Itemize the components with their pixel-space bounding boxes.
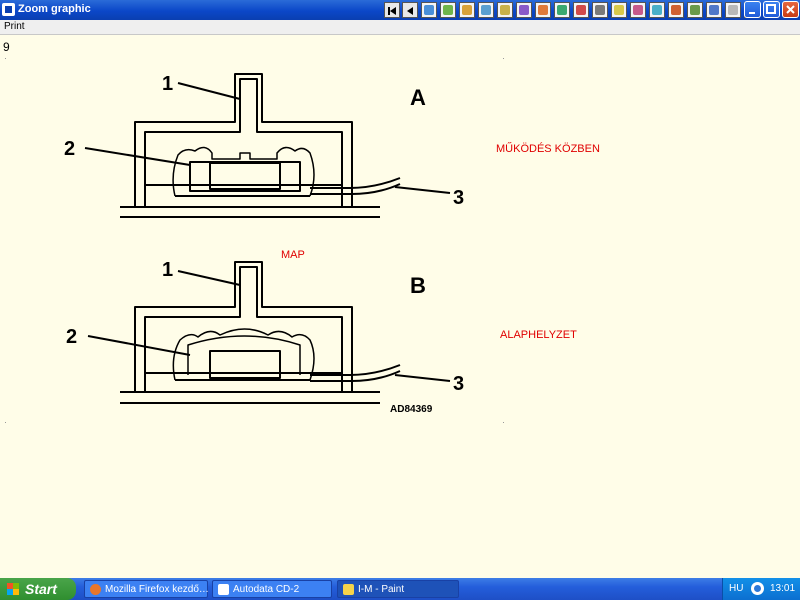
tool-icon-3 — [462, 5, 472, 15]
tool-icon-2 — [443, 5, 453, 15]
taskbar-item-label: Mozilla Firefox kezdő… — [105, 584, 209, 595]
tool-icon-8 — [557, 5, 567, 15]
tool-button-4[interactable] — [478, 2, 494, 18]
minimize-icon — [749, 12, 755, 14]
tool-button-5[interactable] — [497, 2, 513, 18]
tool-icon-9 — [576, 5, 586, 15]
start-button[interactable]: Start — [0, 578, 76, 600]
close-icon — [786, 5, 795, 14]
language-indicator[interactable]: HU — [729, 583, 743, 594]
tool-button-11[interactable] — [611, 2, 627, 18]
tool-icon-14 — [671, 5, 681, 15]
window-title: Zoom graphic — [18, 3, 91, 15]
tool-icon-17 — [728, 5, 738, 15]
housing-b — [120, 261, 401, 404]
callout-b-2: 2 — [66, 326, 77, 348]
maximize-button[interactable] — [763, 1, 780, 18]
reference-code: AD84369 — [390, 404, 433, 415]
section-b-letter: B — [410, 273, 426, 298]
minimize-button[interactable] — [744, 1, 761, 18]
taskbar-item-label: I-M - Paint — [358, 584, 405, 595]
tool-icon-16 — [709, 5, 719, 15]
taskbar-item-label: Autodata CD-2 — [233, 584, 300, 595]
tool-icon-11 — [614, 5, 624, 15]
taskbar-item-firefox[interactable]: Mozilla Firefox kezdő… — [84, 580, 209, 598]
leader-a-3 — [394, 186, 451, 194]
section-a-caption: MŰKÖDÉS KÖZBEN — [496, 141, 600, 155]
tool-button-12[interactable] — [630, 2, 646, 18]
paint-icon — [343, 584, 354, 595]
tool-button-6[interactable] — [516, 2, 532, 18]
previous-page-icon — [407, 7, 413, 15]
tool-button-13[interactable] — [649, 2, 665, 18]
tool-button-10[interactable] — [592, 2, 608, 18]
leader-b-3 — [394, 374, 451, 382]
callout-a-2: 2 — [64, 138, 75, 160]
map-sensor-diagram: 1 2 3 A MŰKÖDÉS KÖZBEN MAP 1 B 2 ALAPHEL… — [64, 73, 600, 415]
previous-page-button[interactable] — [402, 2, 418, 18]
close-button[interactable] — [782, 1, 799, 18]
tool-button-8[interactable] — [554, 2, 570, 18]
tool-icon-5 — [500, 5, 510, 15]
first-page-icon — [388, 7, 396, 15]
tool-icon-13 — [652, 5, 662, 15]
tool-button-9[interactable] — [573, 2, 589, 18]
leader-b-1 — [177, 270, 241, 286]
tool-button-15[interactable] — [687, 2, 703, 18]
tool-icon-6 — [519, 5, 529, 15]
taskbar: Start Mozilla Firefox kezdő… Autodata CD… — [0, 578, 800, 600]
tool-icon-4 — [481, 5, 491, 15]
tool-icon-12 — [633, 5, 643, 15]
tool-button-2[interactable] — [440, 2, 456, 18]
tool-button-7[interactable] — [535, 2, 551, 18]
menu-bar: Print — [0, 20, 800, 35]
tool-button-17[interactable] — [725, 2, 741, 18]
autodata-icon — [218, 584, 229, 595]
leader-a-2 — [84, 147, 191, 166]
section-a-letter: A — [410, 85, 426, 110]
map-label: MAP — [281, 249, 305, 261]
tool-icon-10 — [595, 5, 605, 15]
tool-button-3[interactable] — [459, 2, 475, 18]
tool-icon-1 — [424, 5, 434, 15]
callout-a-3: 3 — [453, 187, 464, 209]
tool-icon-7 — [538, 5, 548, 15]
firefox-icon — [90, 584, 101, 595]
tool-icon-15 — [690, 5, 700, 15]
print-menu-item[interactable]: Print — [4, 21, 25, 32]
clock: 13:01 — [770, 583, 796, 594]
taskbar-item-autodata[interactable]: Autodata CD-2 — [212, 580, 332, 598]
app-icon — [2, 3, 15, 16]
leader-b-2 — [87, 335, 191, 356]
housing-a — [120, 73, 401, 218]
system-tray: HU 13:01 — [722, 578, 800, 600]
tool-button-14[interactable] — [668, 2, 684, 18]
tool-button-1[interactable] — [421, 2, 437, 18]
tool-button-16[interactable] — [706, 2, 722, 18]
content-area: 9 1 2 3 A MŰKÖDÉS KÖZBEN MAP 1 B 2 ALAPH… — [0, 35, 800, 578]
title-bar: Zoom graphic — [0, 0, 800, 20]
taskbar-item-paint[interactable]: I-M - Paint — [337, 580, 459, 598]
maximize-icon — [766, 4, 776, 14]
windows-logo-icon — [7, 583, 19, 595]
leader-a-1 — [177, 82, 241, 100]
callout-b-3: 3 — [453, 373, 464, 395]
network-icon[interactable] — [751, 582, 764, 595]
start-label: Start — [25, 581, 57, 597]
section-b-caption: ALAPHELYZET — [500, 329, 577, 341]
callout-a-1: 1 — [162, 73, 173, 95]
callout-b-1: 1 — [162, 259, 173, 281]
first-page-button[interactable] — [384, 2, 400, 18]
